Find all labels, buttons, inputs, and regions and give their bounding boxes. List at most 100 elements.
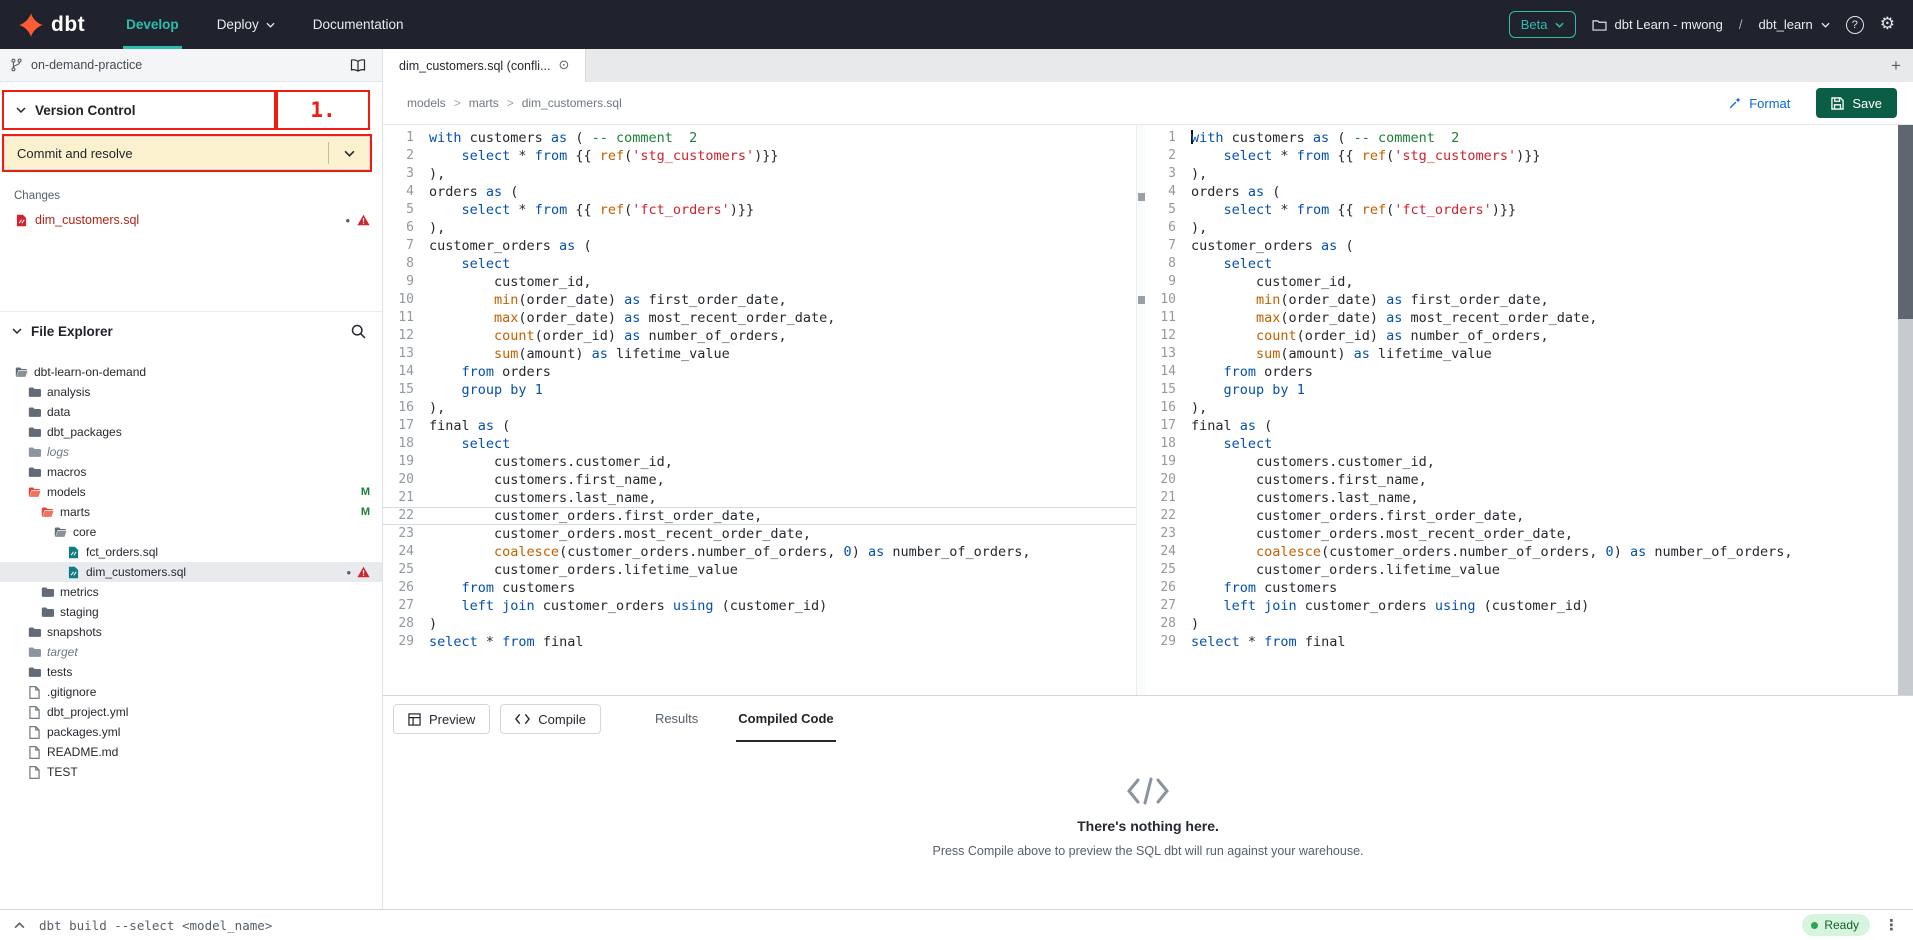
code-line[interactable]: 6), bbox=[383, 219, 1136, 237]
tree-item-README.md[interactable]: README.md bbox=[0, 742, 382, 762]
code-line[interactable]: 2 select * from {{ ref('stg_customers')}… bbox=[1145, 147, 1898, 165]
nav-develop[interactable]: Develop bbox=[107, 0, 198, 49]
chevron-down-icon[interactable] bbox=[16, 107, 26, 113]
code-line[interactable]: 28) bbox=[383, 615, 1136, 633]
code-line[interactable]: 21 customers.last_name, bbox=[1145, 489, 1898, 507]
code-line[interactable]: 2 select * from {{ ref('stg_customers')}… bbox=[383, 147, 1136, 165]
tree-item-staging[interactable]: staging bbox=[0, 602, 382, 622]
new-tab-button[interactable]: + bbox=[1879, 49, 1913, 82]
branch-selector[interactable]: dbt_learn bbox=[1759, 17, 1830, 32]
code-line[interactable]: 7customer_orders as ( bbox=[1145, 237, 1898, 255]
code-line[interactable]: 15 group by 1 bbox=[383, 381, 1136, 399]
code-line[interactable]: 14 from orders bbox=[1145, 363, 1898, 381]
code-line[interactable]: 16), bbox=[383, 399, 1136, 417]
code-line[interactable]: 7customer_orders as ( bbox=[383, 237, 1136, 255]
help-icon[interactable]: ? bbox=[1846, 16, 1864, 34]
breadcrumb-file[interactable]: dim_customers.sql bbox=[522, 96, 622, 110]
tree-item-fct_orders.sql[interactable]: fct_orders.sql bbox=[0, 542, 382, 562]
tree-item-core[interactable]: core bbox=[0, 522, 382, 542]
code-line[interactable]: 5 select * from {{ ref('fct_orders')}} bbox=[1145, 201, 1898, 219]
code-line[interactable]: 8 select bbox=[383, 255, 1136, 273]
current-branch-bar[interactable]: on-demand-practice bbox=[0, 49, 382, 82]
tree-item-dbt-learn-on-demand[interactable]: dbt-learn-on-demand bbox=[0, 362, 382, 382]
code-line[interactable]: 23 customer_orders.most_recent_order_dat… bbox=[383, 525, 1136, 543]
tree-item-logs[interactable]: logs bbox=[0, 442, 382, 462]
dbt-logo[interactable]: dbt bbox=[0, 0, 107, 49]
format-button[interactable]: Format bbox=[1728, 96, 1790, 111]
tree-item-data[interactable]: data bbox=[0, 402, 382, 422]
code-line[interactable]: 10 min(order_date) as first_order_date, bbox=[383, 291, 1136, 309]
code-line[interactable]: 12 count(order_id) as number_of_orders, bbox=[1145, 327, 1898, 345]
code-line[interactable]: 22 customer_orders.first_order_date, bbox=[383, 507, 1136, 525]
code-line[interactable]: 24 coalesce(customer_orders.number_of_or… bbox=[1145, 543, 1898, 561]
compile-button[interactable]: Compile bbox=[500, 704, 601, 734]
breadcrumb-models[interactable]: models bbox=[407, 96, 446, 110]
tree-item-tests[interactable]: tests bbox=[0, 662, 382, 682]
code-line[interactable]: 13 sum(amount) as lifetime_value bbox=[383, 345, 1136, 363]
tab-results[interactable]: Results bbox=[653, 696, 700, 742]
editor-tab-dim-customers[interactable]: dim_customers.sql (confli... ⊙ bbox=[383, 49, 586, 82]
tree-item-models[interactable]: modelsM bbox=[0, 482, 382, 502]
tree-item-marts[interactable]: martsM bbox=[0, 502, 382, 522]
tree-item-macros[interactable]: macros bbox=[0, 462, 382, 482]
code-line[interactable]: 11 max(order_date) as most_recent_order_… bbox=[1145, 309, 1898, 327]
code-line[interactable]: 25 customer_orders.lifetime_value bbox=[1145, 561, 1898, 579]
code-line[interactable]: 19 customers.customer_id, bbox=[1145, 453, 1898, 471]
code-line[interactable]: 3), bbox=[1145, 165, 1898, 183]
code-pane-left[interactable]: 1with customers as ( -- comment 22 selec… bbox=[383, 125, 1136, 695]
code-line[interactable]: 4orders as ( bbox=[383, 183, 1136, 201]
tree-item-analysis[interactable]: analysis bbox=[0, 382, 382, 402]
nav-documentation[interactable]: Documentation bbox=[294, 0, 423, 49]
tab-compiled-code[interactable]: Compiled Code bbox=[736, 696, 835, 742]
code-line[interactable]: 12 count(order_id) as number_of_orders, bbox=[383, 327, 1136, 345]
settings-gear-icon[interactable]: ⚙ bbox=[1880, 16, 1895, 33]
code-line[interactable]: 29select * from final bbox=[383, 633, 1136, 651]
code-line[interactable]: 26 from customers bbox=[383, 579, 1136, 597]
tree-item-dbt_packages[interactable]: dbt_packages bbox=[0, 422, 382, 442]
code-line[interactable]: 8 select bbox=[1145, 255, 1898, 273]
code-line[interactable]: 5 select * from {{ ref('fct_orders')}} bbox=[383, 201, 1136, 219]
code-line[interactable]: 21 customers.last_name, bbox=[383, 489, 1136, 507]
project-selector[interactable]: dbt Learn - mwong bbox=[1592, 17, 1723, 32]
code-line[interactable]: 25 customer_orders.lifetime_value bbox=[383, 561, 1136, 579]
code-line[interactable]: 11 max(order_date) as most_recent_order_… bbox=[383, 309, 1136, 327]
code-line[interactable]: 14 from orders bbox=[383, 363, 1136, 381]
code-line[interactable]: 6), bbox=[1145, 219, 1898, 237]
code-line[interactable]: 16), bbox=[1145, 399, 1898, 417]
code-line[interactable]: 26 from customers bbox=[1145, 579, 1898, 597]
code-line[interactable]: 19 customers.customer_id, bbox=[383, 453, 1136, 471]
kebab-menu-icon[interactable]: ⋮ bbox=[1884, 916, 1899, 934]
nav-deploy[interactable]: Deploy bbox=[198, 0, 294, 49]
left-pane-scrollbar[interactable] bbox=[1136, 125, 1145, 695]
command-input[interactable]: dbt build --select <model_name> bbox=[39, 918, 272, 933]
code-line[interactable]: 20 customers.first_name, bbox=[383, 471, 1136, 489]
save-button[interactable]: Save bbox=[1816, 88, 1897, 118]
tree-item-dbt_project.yml[interactable]: dbt_project.yml bbox=[0, 702, 382, 722]
chevron-up-icon[interactable] bbox=[14, 922, 25, 929]
commit-dropdown-chevron-icon[interactable] bbox=[329, 150, 369, 157]
code-line[interactable]: 22 customer_orders.first_order_date, bbox=[1145, 507, 1898, 525]
scrollbar-thumb[interactable] bbox=[1898, 125, 1913, 319]
code-line[interactable]: 15 group by 1 bbox=[1145, 381, 1898, 399]
code-line[interactable]: 20 customers.first_name, bbox=[1145, 471, 1898, 489]
code-line[interactable]: 13 sum(amount) as lifetime_value bbox=[1145, 345, 1898, 363]
tree-item-target[interactable]: target bbox=[0, 642, 382, 662]
beta-dropdown[interactable]: Beta bbox=[1509, 11, 1576, 38]
code-line[interactable]: 23 customer_orders.most_recent_order_dat… bbox=[1145, 525, 1898, 543]
code-line[interactable]: 10 min(order_date) as first_order_date, bbox=[1145, 291, 1898, 309]
tree-item-packages.yml[interactable]: packages.yml bbox=[0, 722, 382, 742]
code-line[interactable]: 17final as ( bbox=[1145, 417, 1898, 435]
code-line[interactable]: 4orders as ( bbox=[1145, 183, 1898, 201]
tree-item-dim_customers.sql[interactable]: dim_customers.sql• bbox=[0, 562, 382, 582]
file-explorer-header[interactable]: File Explorer bbox=[0, 312, 382, 350]
code-line[interactable]: 29select * from final bbox=[1145, 633, 1898, 651]
preview-button[interactable]: Preview bbox=[393, 704, 490, 734]
commit-and-resolve-button[interactable]: Commit and resolve bbox=[4, 136, 370, 170]
code-line[interactable]: 27 left join customer_orders using (cust… bbox=[383, 597, 1136, 615]
code-line[interactable]: 17final as ( bbox=[383, 417, 1136, 435]
code-line[interactable]: 24 coalesce(customer_orders.number_of_or… bbox=[383, 543, 1136, 561]
code-line[interactable]: 1with customers as ( -- comment 2 bbox=[383, 129, 1136, 147]
code-line[interactable]: 18 select bbox=[383, 435, 1136, 453]
breadcrumb-marts[interactable]: marts bbox=[469, 96, 499, 110]
code-line[interactable]: 27 left join customer_orders using (cust… bbox=[1145, 597, 1898, 615]
